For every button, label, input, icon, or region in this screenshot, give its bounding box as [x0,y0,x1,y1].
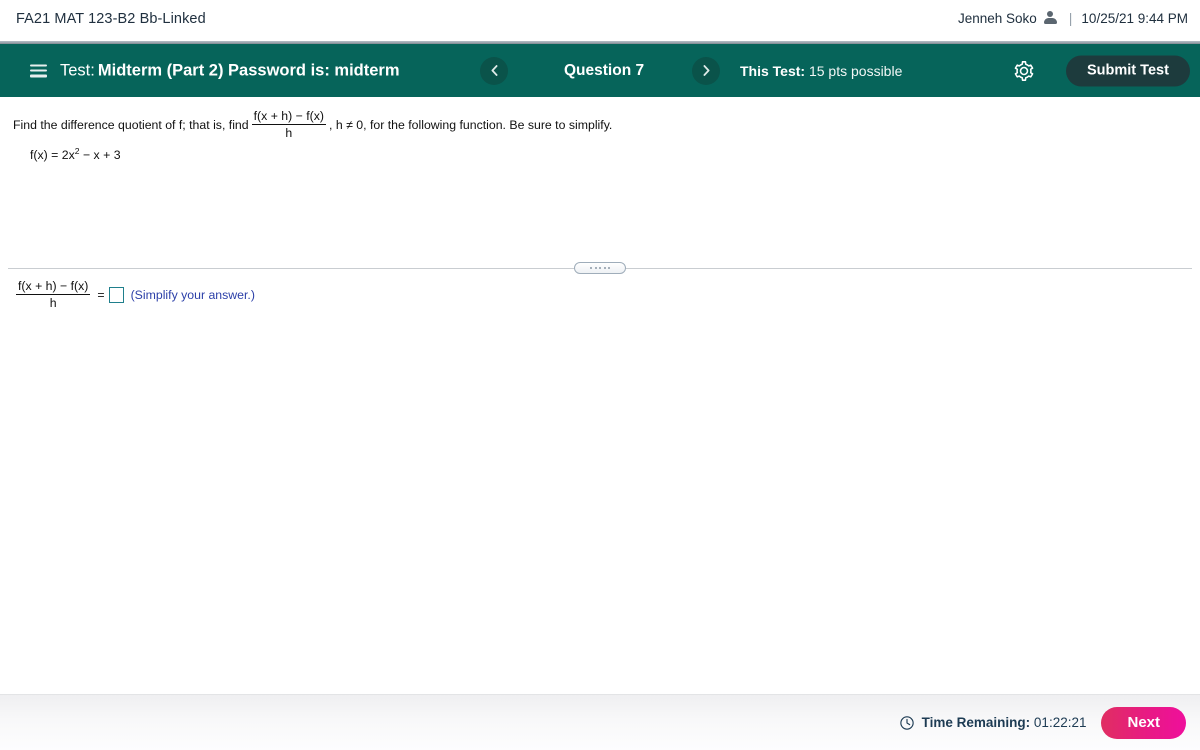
hamburger-menu-icon[interactable] [30,64,47,77]
prompt-text-part1: Find the difference quotient of f; that … [13,117,249,132]
chevron-left-icon [491,65,497,76]
test-title: Test: Midterm (Part 2) Password is: midte… [60,61,400,80]
user-name: Jenneh Soko [957,10,1037,26]
question-content-area: Find the difference quotient of f; that … [0,97,1200,694]
time-remaining: Time Remaining: 01:22:21 [922,715,1087,730]
test-title-name: Midterm (Part 2) Password is: midterm [97,61,400,79]
submit-test-button[interactable]: Submit Test [1066,55,1190,86]
function-definition: f(x) = 2x2 − x + 3 [30,146,121,162]
settings-button[interactable] [1013,60,1035,82]
test-player-window: FA21 MAT 123-B2 Bb-Linked Jenneh Soko | … [0,0,1200,750]
test-points-label: This Test: 15 pts possible [740,63,902,79]
test-footer-bar: Time Remaining: 01:22:21 Next [0,694,1200,750]
time-remaining-value: 01:22:21 [1033,715,1087,730]
footer-right-group: Time Remaining: 01:22:21 Next [899,706,1186,739]
answer-difference-quotient-fraction: f(x + h) − f(x) h [16,279,91,311]
course-title: FA21 MAT 123-B2 Bb-Linked [16,11,206,27]
test-points-value: 15 pts possible [808,62,903,79]
time-remaining-label: Time Remaining: [921,715,1031,730]
person-icon [1043,11,1057,25]
test-header-bar: Test: Midterm (Part 2) Password is: midte… [0,44,1200,97]
question-prompt: Find the difference quotient of f; that … [13,109,612,140]
next-button[interactable]: Next [1101,706,1186,739]
topbar-separator: | [1068,10,1073,26]
gear-icon [1014,60,1034,81]
chevron-right-icon [703,65,709,76]
timestamp: 10/25/21 9:44 PM [1081,10,1188,26]
top-bar: FA21 MAT 123-B2 Bb-Linked Jenneh Soko | … [0,0,1200,41]
answer-fraction-numerator: f(x + h) − f(x) [18,279,89,293]
function-rest: − x + 3 [79,148,121,163]
prompt-difference-quotient-fraction: f(x + h) − f(x) h [251,109,327,141]
question-label: Question 7 [564,61,645,79]
resize-handle-icon[interactable] [574,262,626,274]
prompt-text-part2: , h ≠ 0, for the following function. Be … [329,117,613,132]
fraction-numerator: f(x + h) − f(x) [253,109,325,123]
function-base: f(x) = 2x [30,148,75,163]
equals-sign: = [97,287,105,302]
test-points-prefix: This Test: [740,62,806,79]
answer-fraction-denominator: h [49,296,57,311]
top-bar-right: Jenneh Soko | 10/25/21 9:44 PM [958,10,1188,26]
simplify-hint: (Simplify your answer.) [130,287,255,302]
answer-row: f(x + h) − f(x) h = (Simplify your answe… [13,279,255,310]
clock-icon [899,715,914,730]
test-title-prefix: Test: [60,61,95,79]
previous-question-button[interactable] [480,56,508,85]
fraction-denominator: h [285,126,293,141]
answer-input[interactable] [108,286,124,303]
next-question-button[interactable] [692,56,720,85]
